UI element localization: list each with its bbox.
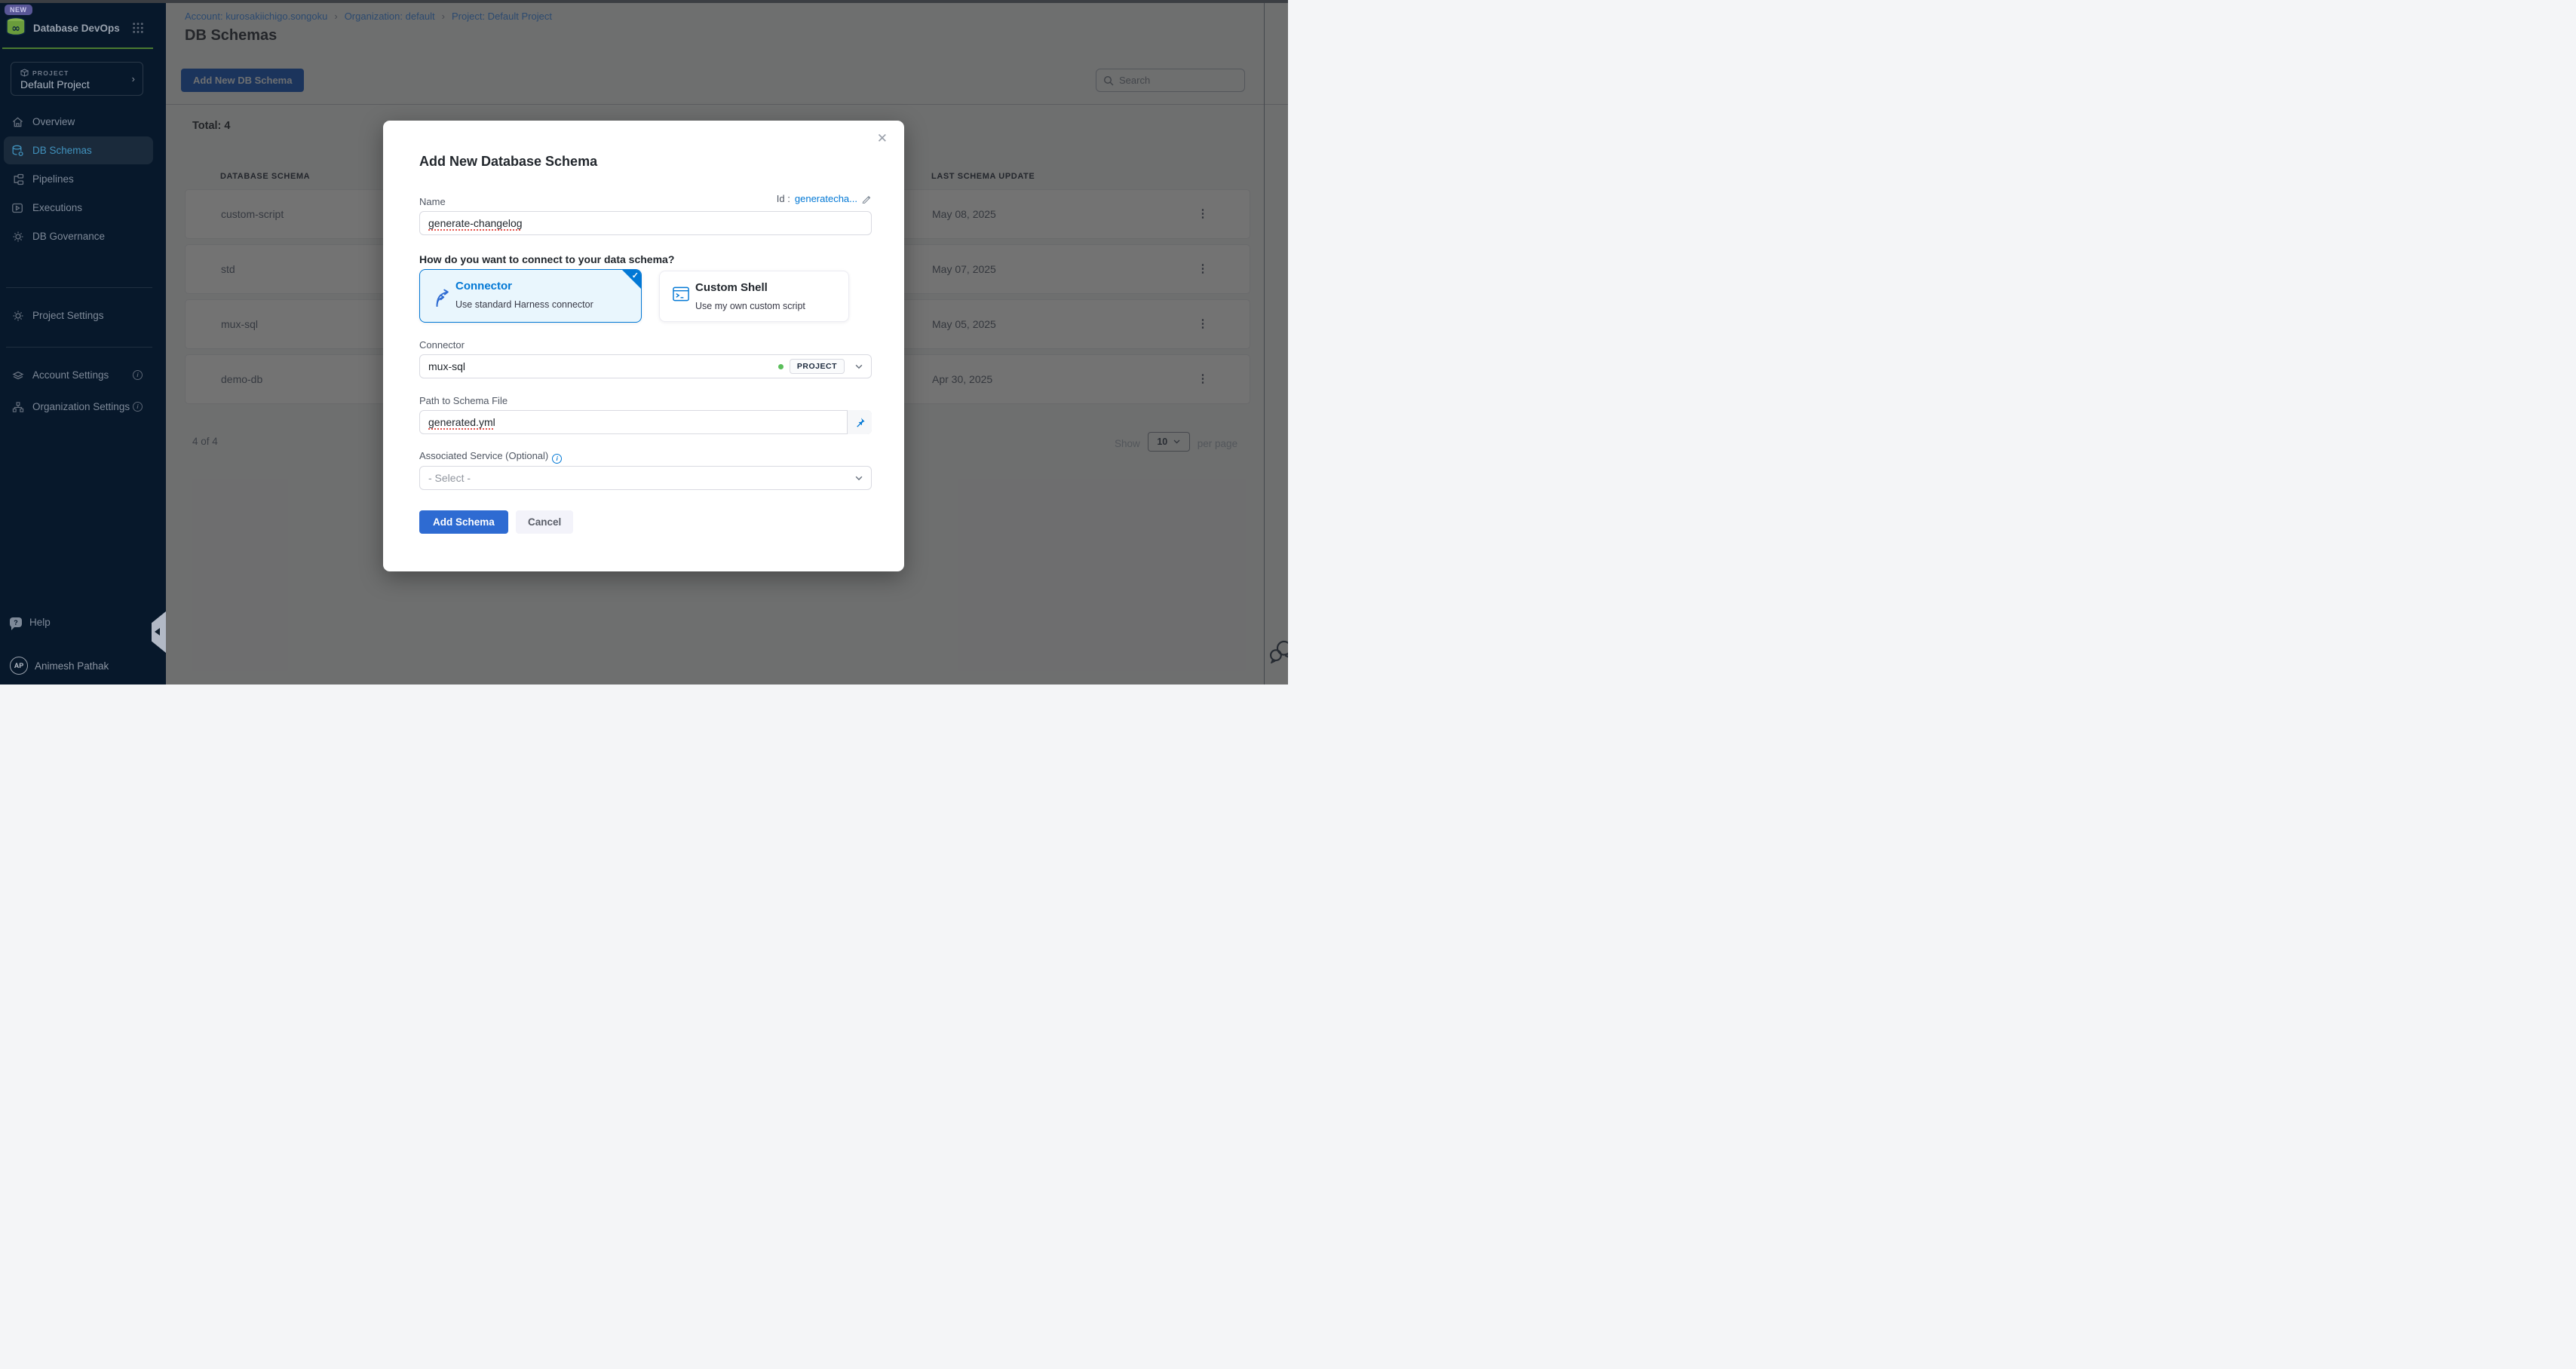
option-card-connector[interactable]: ✓ Connector Use standard Harness connect… — [419, 269, 642, 323]
sidebar-item-executions[interactable]: Executions — [4, 194, 153, 222]
sidebar-item-label: Account Settings — [32, 369, 109, 381]
org-chart-icon — [11, 401, 24, 413]
chevron-down-icon — [855, 364, 863, 369]
add-schema-button[interactable]: Add Schema — [419, 510, 508, 534]
name-input[interactable]: generate-changelog — [419, 211, 872, 235]
user-name: Animesh Pathak — [35, 660, 109, 672]
project-name: Default Project — [20, 78, 90, 90]
connector-arrows-icon — [433, 286, 451, 308]
governance-gear-icon — [11, 231, 24, 243]
scope-badge: PROJECT — [790, 359, 845, 374]
pipelines-icon — [11, 173, 24, 185]
connector-value: mux-sql — [428, 360, 465, 372]
option-card-custom-shell[interactable]: Custom Shell Use my own custom script — [659, 271, 849, 322]
home-icon — [11, 116, 24, 128]
sidebar-divider — [6, 287, 152, 288]
service-label: Associated Service (Optional) i — [419, 450, 562, 464]
info-icon[interactable]: i — [133, 370, 143, 380]
sidebar: NEW ∞ Database DevOps — [0, 0, 166, 684]
entity-id-row: Id : generatecha... — [419, 193, 872, 204]
user-menu[interactable]: AP Animesh Pathak — [10, 657, 109, 675]
sidebar-item-pipelines[interactable]: Pipelines — [4, 165, 153, 193]
layers-icon — [11, 369, 24, 381]
svg-text:∞: ∞ — [11, 23, 20, 35]
status-dot — [778, 364, 784, 369]
sidebar-item-label: Project Settings — [32, 310, 104, 321]
info-icon[interactable]: i — [133, 402, 143, 412]
name-value: generate-changelog — [428, 217, 523, 229]
chevron-right-icon: › — [132, 73, 135, 84]
sidebar-item-label: Executions — [32, 202, 82, 213]
path-value: generated.yml — [428, 416, 495, 428]
connect-question: How do you want to connect to your data … — [419, 253, 674, 265]
sidebar-item-project-settings[interactable]: Project Settings — [4, 302, 153, 329]
project-eyebrow-label: PROJECT — [32, 69, 69, 77]
sidebar-item-db-schemas[interactable]: DB Schemas — [4, 136, 153, 164]
service-placeholder: - Select - — [428, 472, 471, 484]
help-button[interactable]: ? Help — [10, 617, 51, 628]
app-title: Database DevOps — [33, 23, 120, 34]
gear-icon — [11, 310, 24, 322]
path-input[interactable]: generated.yml — [419, 410, 872, 434]
cube-icon — [20, 69, 29, 77]
avatar: AP — [10, 657, 28, 675]
terminal-icon — [673, 286, 689, 302]
sidebar-item-db-governance[interactable]: DB Governance — [4, 222, 153, 250]
connector-select[interactable]: mux-sql PROJECT — [419, 354, 872, 378]
pin-segment[interactable] — [847, 410, 872, 434]
database-schemas-icon — [11, 145, 24, 157]
chevron-down-icon — [855, 476, 863, 481]
help-chat-icon: ? — [10, 617, 22, 627]
sidebar-item-label: Overview — [32, 116, 75, 127]
cancel-button[interactable]: Cancel — [516, 510, 573, 534]
chevron-left-icon — [155, 628, 160, 635]
page: NEW ∞ Database DevOps — [0, 0, 1288, 684]
check-icon: ✓ — [632, 271, 639, 280]
executions-icon — [11, 202, 24, 214]
project-selector[interactable]: PROJECT Default Project › — [11, 62, 143, 96]
brand-divider — [2, 47, 153, 49]
add-schema-modal: ✕ Add New Database Schema Name Id : gene… — [383, 121, 904, 571]
path-label: Path to Schema File — [419, 395, 508, 406]
new-badge: NEW — [5, 5, 32, 15]
option-title: Connector — [455, 280, 512, 292]
sidebar-divider — [6, 347, 152, 348]
top-strip — [0, 0, 1288, 3]
service-select[interactable]: - Select - — [419, 466, 872, 490]
id-prefix: Id : — [777, 193, 790, 204]
option-description: Use my own custom script — [695, 301, 805, 311]
edit-pencil-icon[interactable] — [862, 194, 872, 204]
connector-label: Connector — [419, 339, 465, 351]
help-label: Help — [29, 617, 51, 628]
sidebar-collapse-handle[interactable] — [152, 611, 166, 653]
sidebar-item-label: DB Schemas — [32, 145, 92, 156]
sidebar-item-label: Organization Settings — [32, 401, 130, 412]
app-grid-icon[interactable] — [132, 22, 144, 34]
sidebar-item-organization-settings[interactable]: Organization Settings — [4, 393, 153, 421]
id-value-link[interactable]: generatecha... — [795, 193, 857, 204]
close-icon[interactable]: ✕ — [877, 131, 888, 146]
sidebar-item-label: DB Governance — [32, 231, 105, 242]
option-title: Custom Shell — [695, 281, 768, 294]
sidebar-item-overview[interactable]: Overview — [4, 108, 153, 136]
sidebar-item-account-settings[interactable]: Account Settings — [4, 361, 153, 389]
option-description: Use standard Harness connector — [455, 299, 593, 310]
info-icon[interactable]: i — [552, 454, 562, 464]
database-devops-logo-icon: ∞ — [5, 16, 27, 38]
service-label-text: Associated Service (Optional) — [419, 450, 548, 461]
modal-title: Add New Database Schema — [419, 154, 597, 170]
sidebar-item-label: Pipelines — [32, 173, 74, 185]
